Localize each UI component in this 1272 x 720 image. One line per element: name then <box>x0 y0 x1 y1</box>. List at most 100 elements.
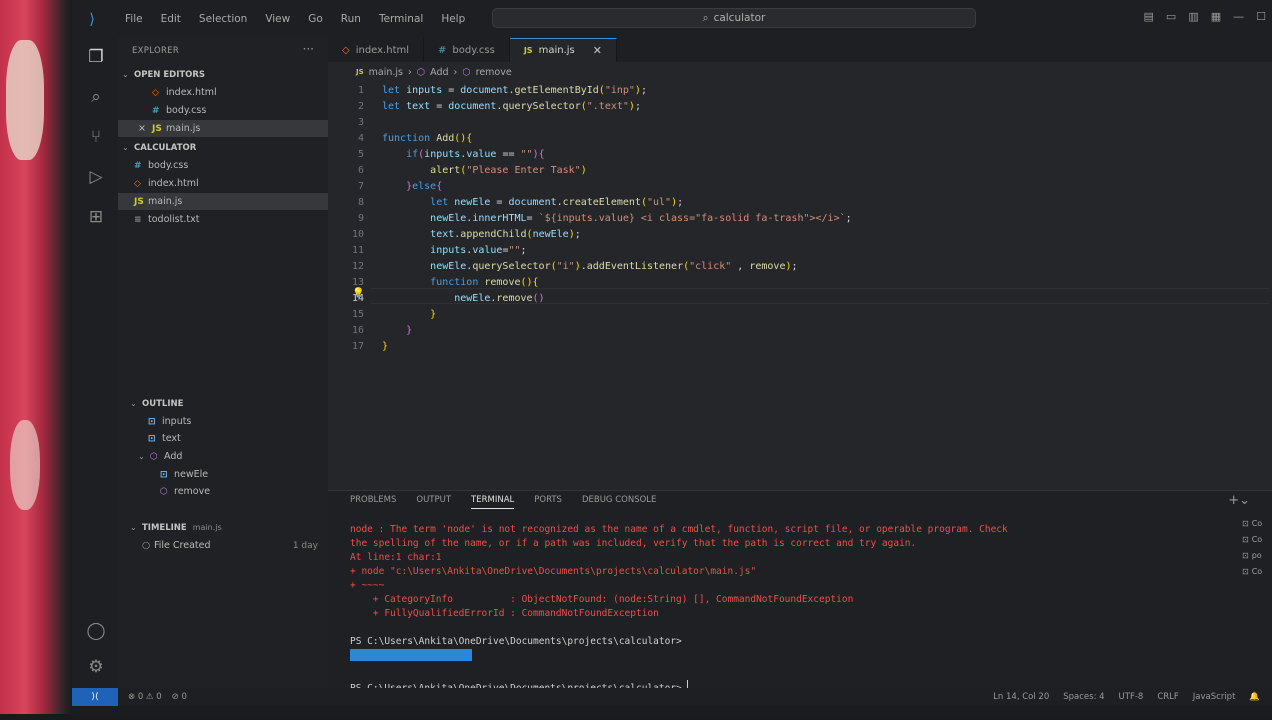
menu-selection[interactable]: Selection <box>190 13 256 25</box>
code-line: 10 text.appendChild(newEle); <box>351 228 581 240</box>
outline-item[interactable]: ⬡ remove <box>118 483 328 500</box>
timeline-item[interactable]: ○ File Created 1 day <box>118 537 328 554</box>
tab-ports[interactable]: PORTS <box>534 495 562 509</box>
tab-output[interactable]: OUTPUT <box>416 495 451 509</box>
circle-dot-icon: ○ <box>142 540 151 551</box>
timeline-header[interactable]: ⌄ TIMELINE main.js <box>118 519 328 536</box>
indentation[interactable]: Spaces: 4 <box>1063 692 1104 702</box>
menu-terminal[interactable]: Terminal <box>370 13 432 25</box>
code-line: 16 } <box>351 324 413 336</box>
vscode-window: ⟩ File Edit Selection View Go Run Termin… <box>72 0 1272 714</box>
terminal-list: ⊡ Co ⊡ Co ⊡ po ⊡ Co <box>1242 515 1272 579</box>
close-icon[interactable]: × <box>138 123 152 134</box>
file-item[interactable]: ◇ index.html <box>118 175 328 192</box>
new-terminal-icon[interactable]: +⌄ <box>1228 493 1250 508</box>
menu-view[interactable]: View <box>256 13 299 25</box>
terminal-instance[interactable]: ⊡ Co <box>1242 531 1272 547</box>
toggle-secondary-sidebar-icon[interactable]: ▥ <box>1188 10 1198 23</box>
end-of-line[interactable]: CRLF <box>1157 692 1178 702</box>
code-line: 13 function remove(){ <box>351 276 539 288</box>
run-debug-icon[interactable]: ▷ <box>85 166 107 188</box>
code-text: newEle.querySelector("i").addEventListen… <box>430 260 798 272</box>
open-editor-item-active[interactable]: × JS main.js <box>118 120 328 137</box>
menu-run[interactable]: Run <box>332 13 370 25</box>
more-actions-icon[interactable]: ··· <box>303 42 314 56</box>
remote-indicator-icon[interactable]: ⟩⟨ <box>72 688 118 706</box>
ports-count[interactable]: ⊘ 0 <box>172 692 187 702</box>
search-view-icon[interactable]: ⌕ <box>85 86 107 108</box>
code-line-current: 14 newEle.remove() <box>351 292 545 304</box>
terminal-output[interactable]: node : The term 'node' is not recognized… <box>350 523 1008 696</box>
code-editor[interactable]: 💡 1 let inputs = document.getElementById(… <box>328 82 1272 490</box>
terminal-line: node : The term 'node' is not recognized… <box>350 524 1008 535</box>
code-line: 17} <box>351 340 389 352</box>
code-text: let newEle = document.createElement("ul"… <box>430 196 684 208</box>
search-icon: ⌕ <box>702 11 709 24</box>
code-line: 12 newEle.querySelector("i").addEventLis… <box>351 260 798 272</box>
terminal-instance[interactable]: ⊡ po <box>1242 547 1272 563</box>
source-control-icon[interactable]: ⑂ <box>85 126 107 148</box>
cursor-position[interactable]: Ln 14, Col 20 <box>993 692 1049 702</box>
project-folder-header[interactable]: ⌄ CALCULATOR <box>118 139 328 156</box>
file-item[interactable]: # body.css <box>118 157 328 174</box>
menu-edit[interactable]: Edit <box>152 13 190 25</box>
tab-body-css[interactable]: # body.css <box>424 38 510 62</box>
html-file-icon: ◇ <box>134 178 141 189</box>
chevron-down-icon: ⌄ <box>130 523 137 532</box>
encoding[interactable]: UTF-8 <box>1119 692 1144 702</box>
minimize-icon[interactable]: — <box>1233 10 1244 23</box>
function-icon: ⬡ <box>462 66 471 78</box>
text-file-icon: ≡ <box>134 214 142 225</box>
breadcrumb-file[interactable]: main.js <box>369 67 403 78</box>
breadcrumb-function[interactable]: Add <box>430 67 448 78</box>
file-item[interactable]: ≡ todolist.txt <box>118 211 328 228</box>
outline-item[interactable]: ⌄ ⬡ Add <box>118 448 328 465</box>
photo-background-bottom <box>0 714 1272 720</box>
tab-index-html[interactable]: ◇ index.html <box>328 38 425 62</box>
tab-main-js[interactable]: JS main.js ✕ <box>509 38 617 62</box>
maximize-icon[interactable]: ☐ <box>1256 10 1266 23</box>
account-icon[interactable]: ◯ <box>85 620 107 642</box>
code-line: 6 alert("Please Enter Task") <box>357 164 587 176</box>
terminal-icon: ⊡ <box>1242 518 1249 528</box>
outline-item[interactable]: ⊡ inputs <box>118 413 328 430</box>
breadcrumb-inner[interactable]: remove <box>476 67 512 78</box>
command-center-search[interactable]: ⌕ calculator <box>492 8 976 28</box>
tab-debug-console[interactable]: DEBUG CONSOLE <box>582 495 656 509</box>
status-bar: ⟩⟨ ⊗ 0 ⚠ 0 ⊘ 0 Ln 14, Col 20 Spaces: 4 U… <box>72 688 1272 706</box>
code-line: 2 let text = document.querySelector(".tex… <box>357 100 641 112</box>
open-editor-item[interactable]: # body.css <box>118 102 328 119</box>
file-item-active[interactable]: JS main.js <box>118 193 328 210</box>
code-text: newEle.remove() <box>454 292 545 304</box>
terminal-instance[interactable]: ⊡ Co <box>1242 563 1272 579</box>
code-text: } <box>406 324 413 336</box>
panel-tabs: PROBLEMS OUTPUT TERMINAL PORTS DEBUG CON… <box>350 495 656 509</box>
close-tab-icon[interactable]: ✕ <box>593 44 602 57</box>
language-mode[interactable]: JavaScript <box>1193 692 1236 702</box>
activity-bar: ❐ ⌕ ⑂ ▷ ⊞ ◯ ⚙ <box>72 38 118 688</box>
notifications-icon[interactable]: 🔔 <box>1249 692 1260 702</box>
open-editors-header[interactable]: ⌄ OPEN EDITORS <box>118 66 328 83</box>
tab-terminal[interactable]: TERMINAL <box>471 495 515 509</box>
toggle-sidebar-icon[interactable]: ▤ <box>1144 10 1154 23</box>
customize-layout-icon[interactable]: ▦ <box>1211 10 1221 23</box>
explorer-icon[interactable]: ❐ <box>85 46 107 68</box>
extensions-icon[interactable]: ⊞ <box>85 206 107 228</box>
problems-count[interactable]: ⊗ 0 ⚠ 0 <box>128 692 162 702</box>
toggle-panel-icon[interactable]: ▭ <box>1166 10 1176 23</box>
tab-problems[interactable]: PROBLEMS <box>350 495 396 509</box>
terminal-blank <box>350 621 1008 635</box>
chevron-down-icon: ⌄ <box>130 399 137 408</box>
outline-item[interactable]: ⊡ newEle <box>118 466 328 483</box>
terminal-highlight <box>350 649 1008 666</box>
outline-item[interactable]: ⊡ text <box>118 430 328 447</box>
menu-go[interactable]: Go <box>299 13 332 25</box>
settings-gear-icon[interactable]: ⚙ <box>85 656 107 678</box>
title-bar: ⟩ File Edit Selection View Go Run Termin… <box>72 0 1272 38</box>
terminal-instance[interactable]: ⊡ Co <box>1242 515 1272 531</box>
open-editor-item[interactable]: ◇ index.html <box>118 84 328 101</box>
menu-help[interactable]: Help <box>432 13 474 25</box>
menu-file[interactable]: File <box>116 13 152 25</box>
editor-tabs: ◇ index.html # body.css JS main.js ✕ <box>328 38 1272 62</box>
outline-header[interactable]: ⌄ OUTLINE <box>118 395 328 412</box>
